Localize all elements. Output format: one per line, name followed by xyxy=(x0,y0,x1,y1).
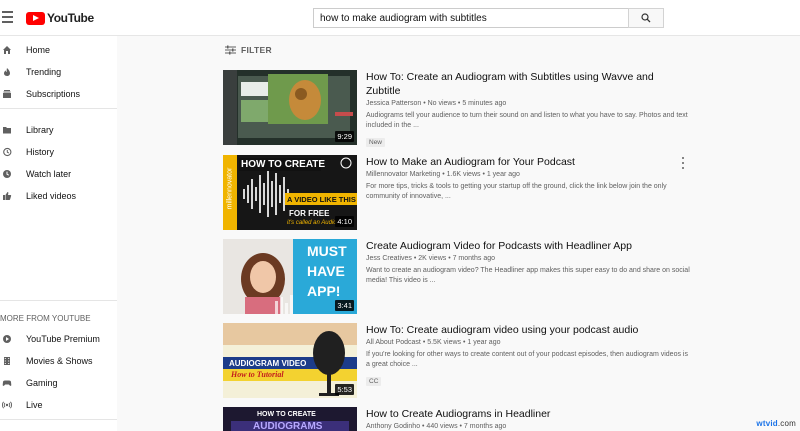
thumbnail-text: AUDIOGRAM VIDEO xyxy=(229,359,307,368)
thumbnail-text: AUDIOGRAMS xyxy=(253,421,323,431)
cc-badge: CC xyxy=(366,377,382,386)
video-info: How to Make an Audiogram for Your Podcas… xyxy=(366,155,691,202)
sidebar-item-label: Liked videos xyxy=(26,191,77,201)
folder-icon xyxy=(2,125,12,135)
watermark-text: wtvid xyxy=(756,419,778,428)
sidebar-item-label: YouTube Premium xyxy=(26,334,100,344)
sidebar-item-label: Gaming xyxy=(26,378,58,388)
video-thumbnail[interactable]: HOW TO CREATE AUDIOGRAMS xyxy=(223,407,357,431)
thumbnail-text: HOW TO CREATE xyxy=(257,411,316,418)
youtube-play-icon xyxy=(26,11,45,25)
youtube-logo[interactable]: YouTube xyxy=(26,11,94,25)
hamburger-menu-icon[interactable] xyxy=(2,11,13,23)
filter-button[interactable]: FILTER xyxy=(225,45,272,55)
video-duration: 5:53 xyxy=(335,384,354,395)
sidebar-item-trending[interactable]: Trending xyxy=(0,62,117,82)
sidebar: Home Trending Subscriptions Library Hist… xyxy=(0,36,117,431)
sidebar-item-watch-later[interactable]: Watch later xyxy=(0,164,117,184)
video-description: If you're looking for other ways to crea… xyxy=(366,351,688,368)
top-bar: YouTube xyxy=(0,0,800,36)
video-thumbnail[interactable]: HOW TO CREATE A VIDEO LIKE THIS FOR FREE… xyxy=(223,155,357,230)
history-icon xyxy=(2,147,12,157)
sidebar-divider xyxy=(0,419,117,420)
thumbnail-text: APP! xyxy=(307,283,341,299)
watermark: wtvid.com xyxy=(756,419,796,428)
thumbnail-text: A VIDEO LIKE THIS xyxy=(287,195,356,204)
sidebar-divider xyxy=(0,300,117,301)
sidebar-item-liked-videos[interactable]: Liked videos xyxy=(0,186,117,206)
more-actions-icon[interactable] xyxy=(680,157,686,169)
thumbnail-text: it's called an Audio xyxy=(287,220,337,226)
video-description: Audiograms tell your audience to turn th… xyxy=(366,112,688,129)
filter-label: FILTER xyxy=(241,45,272,55)
video-duration: 3:41 xyxy=(335,300,354,311)
video-thumbnail[interactable]: MUST HAVE APP! 3:41 xyxy=(223,239,357,314)
sidebar-item-home[interactable]: Home xyxy=(0,40,117,60)
sidebar-item-label: Home xyxy=(26,45,51,55)
video-title[interactable]: How To: Create an Audiogram with Subtitl… xyxy=(366,70,691,98)
thumbnail-text: HAVE xyxy=(307,263,345,279)
video-duration: 4:10 xyxy=(335,216,354,227)
video-info: Create Audiogram Video for Podcasts with… xyxy=(366,239,691,286)
sidebar-item-label: Trending xyxy=(26,67,62,77)
film-icon xyxy=(2,356,12,366)
filter-sliders-icon xyxy=(225,45,236,55)
sidebar-item-label: Watch later xyxy=(26,169,72,179)
sidebar-item-subscriptions[interactable]: Subscriptions xyxy=(0,84,117,104)
thumbnail-text: MUST xyxy=(307,243,347,259)
gamepad-icon xyxy=(2,378,12,388)
sidebar-item-live[interactable]: Live xyxy=(0,395,117,415)
sidebar-divider xyxy=(0,108,117,109)
video-title[interactable]: How to Make an Audiogram for Your Podcas… xyxy=(366,155,691,169)
video-title[interactable]: How To: Create audiogram video using you… xyxy=(366,323,691,337)
watermark-text: .com xyxy=(777,419,796,428)
sidebar-item-movies-shows[interactable]: Movies & Shows xyxy=(0,351,117,371)
sidebar-item-history[interactable]: History xyxy=(0,142,117,162)
more-from-youtube-heading: MORE FROM YOUTUBE xyxy=(0,314,91,323)
sidebar-item-label: Library xyxy=(26,125,54,135)
video-duration: 9:29 xyxy=(335,131,354,142)
video-thumbnail[interactable]: 9:29 xyxy=(223,70,357,145)
video-thumbnail[interactable]: AUDIOGRAM VIDEO How to Tutorial 5:53 xyxy=(223,323,357,398)
sidebar-item-label: Subscriptions xyxy=(26,89,81,99)
video-description: Want to create an audiogram video? The H… xyxy=(366,267,690,284)
sidebar-item-youtube-premium[interactable]: YouTube Premium xyxy=(0,329,117,349)
thumbnail-text: FOR FREE xyxy=(289,209,330,218)
video-meta: Millennovator Marketing • 1.6K views • 1… xyxy=(366,171,520,178)
sidebar-item-library[interactable]: Library xyxy=(0,120,117,140)
thumbnail-text: How to Tutorial xyxy=(231,370,284,379)
search-input[interactable] xyxy=(313,8,629,28)
sidebar-item-label: Movies & Shows xyxy=(26,356,93,366)
video-info: How To: Create audiogram video using you… xyxy=(366,323,691,388)
video-info: How To: Create an Audiogram with Subtitl… xyxy=(366,70,691,149)
video-title[interactable]: Create Audiogram Video for Podcasts with… xyxy=(366,239,691,253)
thumb-up-icon xyxy=(2,191,12,201)
video-meta: Jess Creatives • 2K views • 7 months ago xyxy=(366,255,496,262)
flame-icon xyxy=(2,67,12,77)
video-description: For more tips, tricks & tools to getting… xyxy=(366,183,667,200)
thumbnail-text: HOW TO CREATE xyxy=(241,159,326,170)
video-meta: Anthony Godinho • 440 views • 7 months a… xyxy=(366,423,507,430)
live-icon xyxy=(2,400,12,410)
logo-text: YouTube xyxy=(47,11,94,25)
video-meta: Jessica Patterson • No views • 5 minutes… xyxy=(366,100,507,107)
search-button[interactable] xyxy=(628,8,664,28)
clock-icon xyxy=(2,169,12,179)
sidebar-item-gaming[interactable]: Gaming xyxy=(0,373,117,393)
home-icon xyxy=(2,45,12,55)
new-badge: New xyxy=(366,138,386,147)
video-meta: All About Podcast • 5.5K views • 1 year … xyxy=(366,339,501,346)
search-icon xyxy=(641,13,651,23)
video-title[interactable]: How to Create Audiograms in Headliner xyxy=(366,407,691,421)
sidebar-item-label: Live xyxy=(26,400,43,410)
video-info: How to Create Audiograms in Headliner An… xyxy=(366,407,691,430)
sidebar-item-label: History xyxy=(26,147,55,157)
subscriptions-icon xyxy=(2,89,12,99)
premium-icon xyxy=(2,334,12,344)
thumbnail-text: millennovator xyxy=(226,167,234,210)
